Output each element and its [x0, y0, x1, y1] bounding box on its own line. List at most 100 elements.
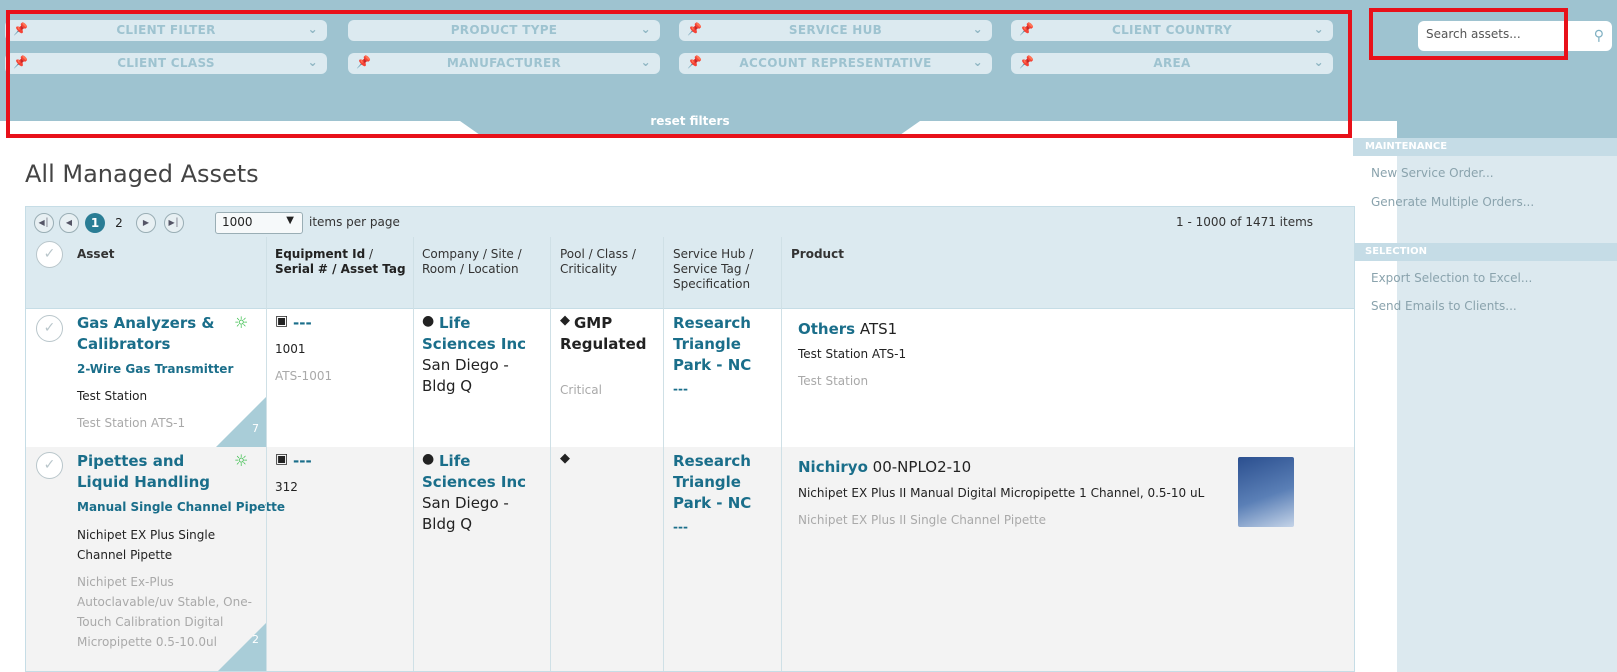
manufacturer-select[interactable]: 📌 MANUFACTURER ⌄ [348, 53, 660, 74]
col-service-hub[interactable]: Service Hub / Service Tag / Specificatio… [673, 247, 773, 292]
chevron-down-icon: ⌄ [1313, 22, 1324, 36]
row-checkbox[interactable]: ✓ [36, 315, 63, 342]
asset-subtype-link[interactable]: Manual Single Channel Pipette [77, 497, 285, 517]
col-equipment-id: Equipment Id [275, 247, 366, 261]
filter-label: CLIENT COUNTRY [1112, 23, 1232, 37]
asset-name: Test Station [77, 389, 148, 403]
cube-icon: ▣ [275, 313, 289, 329]
chevron-down-icon: ⌄ [640, 22, 651, 36]
page-size-select[interactable]: 1000 ▼ [215, 212, 303, 234]
pool-class: GMP Regulated [560, 314, 647, 353]
site-location: San Diego - Bldg Q [422, 356, 509, 395]
asset-tag: ATS-1001 [275, 369, 333, 383]
page-2-button[interactable]: 2 [109, 213, 129, 233]
table-row[interactable]: ✓ Gas Analyzers & Calibrators ☼ 2-Wire G… [26, 309, 1354, 447]
search-icon[interactable]: ⚲ [1594, 28, 1604, 44]
client-filter-select[interactable]: 📌 CLIENT FILTER ⌄ [5, 20, 327, 41]
criticality: Critical [560, 383, 602, 397]
product-title: Others ATS1 [798, 319, 897, 340]
filter-label: SERVICE HUB [788, 23, 883, 37]
caret-down-icon: ▼ [286, 215, 294, 226]
col-product[interactable]: Product [791, 247, 844, 262]
product-thumbnail[interactable] [1238, 457, 1294, 527]
grid-header: ✓ Asset Equipment Id / Serial # / Asset … [26, 237, 1354, 309]
company-link[interactable]: Life Sciences Inc [422, 313, 547, 355]
col-pool[interactable]: Pool / Class / Criticality [560, 247, 660, 277]
product-type-select[interactable]: PRODUCT TYPE ⌄ [348, 20, 660, 41]
pager-range: 1 - 1000 of 1471 items [1176, 215, 1314, 229]
asset-subtype-link[interactable]: 2-Wire Gas Transmitter [77, 359, 233, 379]
page-size-value: 1000 [222, 215, 253, 229]
chevron-down-icon: ⌄ [972, 22, 983, 36]
col-serial: Serial [275, 262, 315, 276]
filter-label: MANUFACTURER [446, 56, 562, 70]
export-selection-link[interactable]: Export Selection to Excel... [1371, 271, 1532, 285]
reset-filters-link[interactable]: reset filters [620, 114, 760, 128]
asset-name: Nichipet EX Plus Single Channel Pipette [77, 528, 216, 562]
product-desc: Test Station [798, 374, 869, 388]
col-company[interactable]: Company / Site / Room / Location [422, 247, 542, 277]
chevron-down-icon: ⌄ [972, 55, 983, 69]
asset-type-link[interactable]: Pipettes and Liquid Handling [77, 451, 227, 493]
col-equipment[interactable]: Equipment Id / Serial # / Asset Tag [275, 247, 407, 277]
page-size-label: items per page [309, 215, 400, 229]
client-class-select[interactable]: 📌 CLIENT CLASS ⌄ [5, 53, 327, 74]
filter-label: PRODUCT TYPE [450, 23, 558, 37]
row-checkbox[interactable]: ✓ [36, 452, 63, 479]
page-1-button[interactable]: 1 [85, 213, 105, 233]
prev-page-icon[interactable]: ◀ [59, 213, 79, 233]
chevron-down-icon: ⌄ [307, 22, 318, 36]
service-hub-select[interactable]: 📌 SERVICE HUB ⌄ [679, 20, 992, 41]
account-representative-select[interactable]: 📌 ACCOUNT REPRESENTATIVE ⌄ [679, 53, 992, 74]
asset-desc: Test Station ATS-1 [77, 416, 186, 430]
service-hub-link[interactable]: Research Triangle Park - NC [673, 313, 781, 376]
manufacturer-link[interactable]: Nichiryo [798, 458, 868, 476]
table-row[interactable]: ✓ Pipettes and Liquid Handling ☼ Manual … [26, 447, 1354, 671]
column-divider [266, 237, 267, 671]
next-page-icon[interactable]: ▶ [136, 213, 156, 233]
pager: ◀│ ◀ 1 2 ▶ ▶│ 1000 ▼ items per page 1 - … [26, 207, 1354, 237]
new-service-order-link[interactable]: New Service Order... [1371, 166, 1494, 180]
chevron-down-icon: ⌄ [307, 55, 318, 69]
lightbulb-icon[interactable]: ☼ [234, 451, 248, 470]
col-asset[interactable]: Asset [77, 247, 114, 262]
assets-grid: ◀│ ◀ 1 2 ▶ ▶│ 1000 ▼ items per page 1 - … [25, 206, 1355, 672]
product-model: ATS1 [859, 320, 898, 338]
send-emails-link[interactable]: Send Emails to Clients... [1371, 299, 1517, 313]
count-badge: 7 [252, 422, 259, 435]
column-divider [413, 237, 414, 671]
select-all-checkbox[interactable]: ✓ [36, 241, 63, 268]
equipment-id-link[interactable]: --- [293, 313, 312, 334]
search-input[interactable] [1426, 27, 1586, 41]
action-sidebar [1397, 142, 1617, 672]
last-page-icon[interactable]: ▶│ [164, 213, 184, 233]
service-tag: --- [673, 520, 688, 534]
sidebar-section-selection: SELECTION [1353, 243, 1617, 261]
lightbulb-icon[interactable]: ☼ [234, 313, 248, 332]
col-sep-2: # / [317, 262, 341, 276]
sidebar-section-maintenance: MAINTENANCE [1353, 138, 1617, 156]
product-title: Nichiryo 00-NPLO2-10 [798, 457, 971, 478]
asset-type-link[interactable]: Gas Analyzers & Calibrators [77, 313, 227, 355]
product-name: Nichipet EX Plus II Manual Digital Micro… [798, 486, 1205, 500]
product-model: 00-NPLO2-10 [872, 458, 972, 476]
cube-icon: ▣ [275, 451, 289, 467]
site-location: San Diego - Bldg Q [422, 494, 509, 533]
serial-number: 1001 [275, 342, 306, 356]
chevron-down-icon: ⌄ [1313, 55, 1324, 69]
column-divider [550, 237, 551, 671]
company-link[interactable]: Life Sciences Inc [422, 451, 547, 493]
generate-multiple-orders-link[interactable]: Generate Multiple Orders... [1371, 195, 1534, 209]
product-desc: Nichipet EX Plus II Single Channel Pipet… [798, 513, 1047, 527]
area-select[interactable]: 📌 AREA ⌄ [1011, 53, 1333, 74]
serial-number: 312 [275, 480, 298, 494]
page-title: All Managed Assets [25, 160, 259, 188]
client-country-select[interactable]: 📌 CLIENT COUNTRY ⌄ [1011, 20, 1333, 41]
filter-label: AREA [1153, 56, 1191, 70]
manufacturer-link[interactable]: Others [798, 320, 855, 338]
search-box: ⚲ [1418, 21, 1612, 51]
service-hub-link[interactable]: Research Triangle Park - NC [673, 451, 781, 514]
equipment-id-link[interactable]: --- [293, 451, 312, 472]
column-divider [663, 237, 664, 671]
first-page-icon[interactable]: ◀│ [34, 213, 54, 233]
